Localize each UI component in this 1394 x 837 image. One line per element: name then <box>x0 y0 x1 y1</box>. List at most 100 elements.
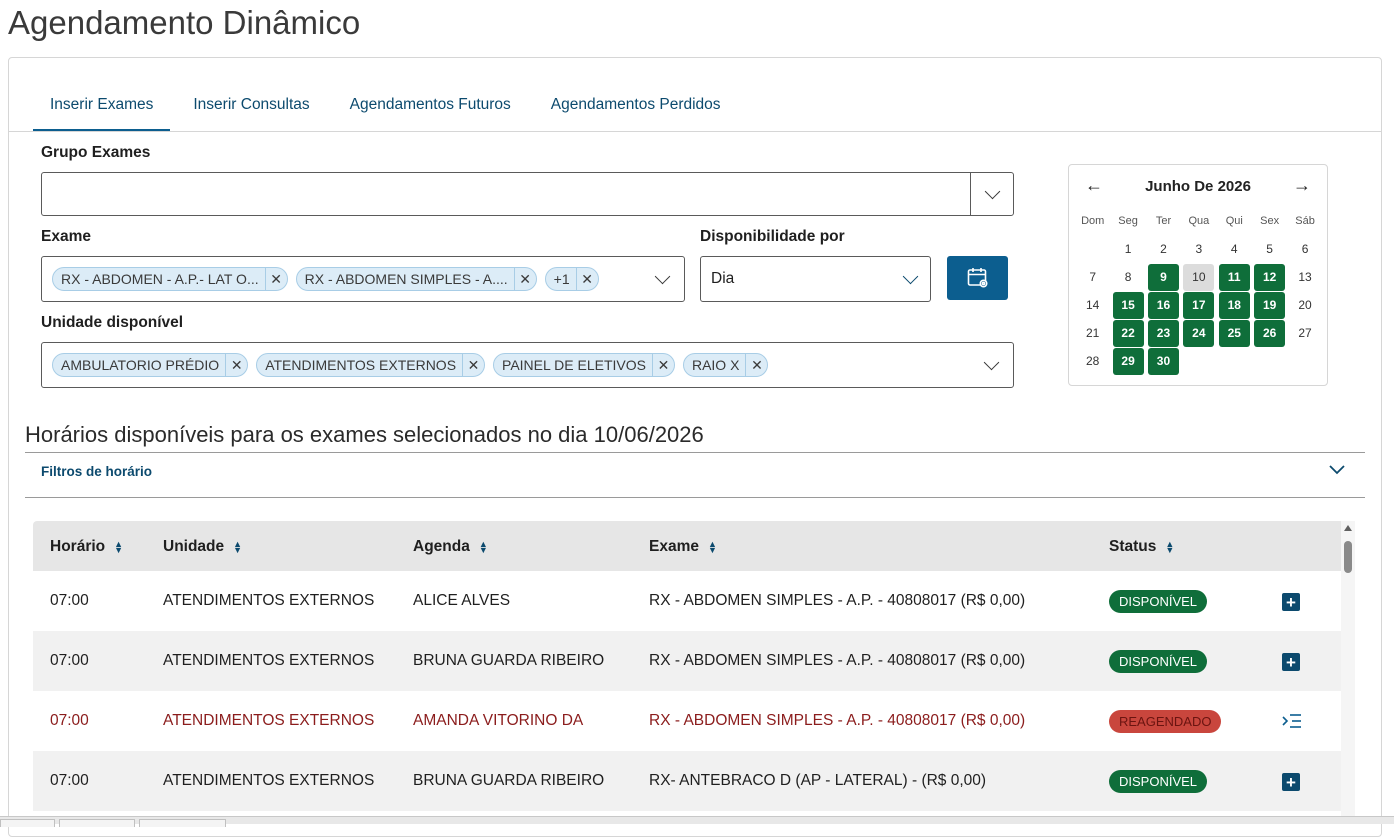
calendar-day-cell <box>1075 235 1110 263</box>
sort-icon[interactable]: ▲ ▼ <box>479 540 488 555</box>
column-horario[interactable]: Horário ▲ ▼ <box>50 538 123 556</box>
calendar-month-title: Junho De 2026 <box>1145 178 1251 195</box>
calendar-day[interactable]: 25 <box>1218 319 1250 347</box>
calendar-day[interactable]: 4 <box>1219 236 1250 263</box>
close-icon[interactable]: ✕ <box>462 354 484 376</box>
calendar-day[interactable]: 3 <box>1183 236 1214 263</box>
calendar-day[interactable]: 9 <box>1147 263 1179 291</box>
cell-exame: RX - ABDOMEN SIMPLES - A.P. - 40808017 (… <box>649 652 1026 669</box>
table-scrollbar[interactable] <box>1341 521 1355 821</box>
calendar-day[interactable]: 24 <box>1183 319 1215 347</box>
calendar-day-cell <box>1217 347 1252 375</box>
grupo-exames-select[interactable] <box>41 172 1014 216</box>
column-exame[interactable]: Exame ▲ ▼ <box>649 538 717 556</box>
tab-inserir-consultas[interactable]: Inserir Consultas <box>176 84 326 132</box>
column-label: Status <box>1109 538 1157 555</box>
calendar-day[interactable]: 28 <box>1077 348 1108 375</box>
calendar-day[interactable]: 8 <box>1113 264 1144 291</box>
sort-icon[interactable]: ▲ ▼ <box>1165 540 1174 555</box>
exame-multiselect[interactable]: RX - ABDOMEN - A.P.- LAT O... ✕ RX - ABDO… <box>41 256 685 302</box>
tab-agendamentos-perdidos[interactable]: Agendamentos Perdidos <box>534 84 738 132</box>
calendar-day[interactable]: 14 <box>1077 292 1108 319</box>
filters-expand[interactable] <box>1328 462 1346 480</box>
weekday-label: Ter <box>1155 215 1172 227</box>
calendar-day[interactable]: 15 <box>1112 291 1144 319</box>
close-icon[interactable]: ✕ <box>575 268 598 290</box>
exame-toggle[interactable] <box>647 257 677 301</box>
calendar-day[interactable]: 7 <box>1077 264 1108 291</box>
calendar-day[interactable]: 29 <box>1112 347 1144 375</box>
column-agenda[interactable]: Agenda ▲ ▼ <box>413 538 488 556</box>
calendar-day[interactable]: 20 <box>1290 292 1321 319</box>
calendar-day[interactable]: 23 <box>1147 319 1179 347</box>
calendar-day-cell: 5 <box>1252 235 1287 263</box>
calendar-day[interactable]: 10 <box>1183 263 1215 291</box>
disponibilidade-value: Dia <box>711 270 735 287</box>
calendar-day[interactable]: 13 <box>1290 264 1321 291</box>
cell-unidade: ATENDIMENTOS EXTERNOS <box>163 592 375 609</box>
calendar-day[interactable]: 2 <box>1148 236 1179 263</box>
list-indent-icon[interactable] <box>1281 711 1303 731</box>
close-icon[interactable]: ✕ <box>651 354 674 376</box>
sort-icon[interactable]: ▲ ▼ <box>233 540 242 555</box>
calendar-day[interactable]: 21 <box>1077 320 1108 347</box>
calendar-day[interactable]: 11 <box>1218 263 1250 291</box>
disponibilidade-select[interactable]: Dia <box>700 256 931 302</box>
calendar-day-cell: 24 <box>1181 319 1216 347</box>
sort-icon[interactable]: ▲ ▼ <box>114 540 123 555</box>
filters-toggle[interactable]: Filtros de horário <box>41 464 152 479</box>
calendar-day[interactable]: 6 <box>1290 236 1321 263</box>
calendar-day-cell <box>1287 347 1322 375</box>
calendar-day[interactable]: 19 <box>1254 291 1286 319</box>
table-row[interactable]: 07:00 ATENDIMENTOS EXTERNOS AMANDA VITORIN… <box>33 691 1341 751</box>
calendar-day[interactable]: 5 <box>1254 236 1285 263</box>
column-unidade[interactable]: Unidade ▲ ▼ <box>163 538 242 556</box>
cell-unidade: ATENDIMENTOS EXTERNOS <box>163 652 375 669</box>
table-row[interactable]: 07:00 ATENDIMENTOS EXTERNOS BRUNA GUARDA R… <box>33 631 1341 691</box>
calendar-header: ← Junho De 2026 → <box>1069 175 1327 199</box>
calendar-day-cell: 4 <box>1217 235 1252 263</box>
unidade-multiselect[interactable]: AMBULATORIO PRÉDIO ✕ ATENDIMENTOS EXTERNO… <box>41 342 1014 388</box>
disponibilidade-toggle[interactable] <box>895 257 925 301</box>
table-row[interactable]: 07:00 ATENDIMENTOS EXTERNOS BRUNA GUARDA R… <box>33 751 1341 811</box>
calendar-day[interactable]: 26 <box>1254 319 1286 347</box>
scroll-thumb[interactable] <box>1344 541 1352 573</box>
close-icon[interactable]: ✕ <box>513 268 536 290</box>
sort-icon[interactable]: ▲ ▼ <box>708 540 717 555</box>
calendar-day-cell: 7 <box>1075 263 1110 291</box>
calendar-day[interactable]: 27 <box>1290 320 1321 347</box>
exame-chip: RX - ABDOMEN SIMPLES - A.... ✕ <box>295 267 537 291</box>
chevron-down-icon <box>984 183 1000 199</box>
calendar-day[interactable]: 18 <box>1218 291 1250 319</box>
plus-icon[interactable]: + <box>1282 653 1300 671</box>
calendar-day[interactable]: 22 <box>1112 319 1144 347</box>
weekday-label: Sex <box>1260 215 1280 227</box>
chip-label: RX - ABDOMEN - A.P.- LAT O... <box>61 271 259 287</box>
plus-icon[interactable]: + <box>1282 593 1300 611</box>
close-icon[interactable]: ✕ <box>745 354 767 376</box>
calendar-day[interactable]: 16 <box>1147 291 1179 319</box>
calendar-day[interactable]: 17 <box>1183 291 1215 319</box>
plus-icon[interactable]: + <box>1282 773 1300 791</box>
arrow-right-icon[interactable]: → <box>1293 175 1311 196</box>
cell-exame: RX - ABDOMEN SIMPLES - A.P. - 40808017 (… <box>649 712 1026 729</box>
calendar-day[interactable]: 1 <box>1113 236 1144 263</box>
bottom-tab[interactable] <box>139 819 226 827</box>
cell-agenda: ALICE ALVES <box>413 592 511 609</box>
calendar-settings-button[interactable] <box>947 256 1008 300</box>
tab-agendamentos-futuros[interactable]: Agendamentos Futuros <box>333 84 528 132</box>
tab-inserir-exames[interactable]: Inserir Exames <box>33 84 171 132</box>
unidade-toggle[interactable] <box>976 343 1006 387</box>
calendar-day[interactable]: 30 <box>1147 347 1179 375</box>
grupo-exames-label: Grupo Exames <box>41 144 151 161</box>
grupo-exames-toggle[interactable] <box>970 173 1013 215</box>
table-row[interactable]: 07:00 ATENDIMENTOS EXTERNOS ALICE ALVES RX … <box>33 571 1341 631</box>
column-status[interactable]: Status ▲ ▼ <box>1109 538 1174 556</box>
calendar-day[interactable]: 12 <box>1254 263 1286 291</box>
scroll-up-icon[interactable] <box>1344 525 1352 531</box>
bottom-tab[interactable] <box>59 819 135 827</box>
bottom-tab[interactable] <box>0 819 55 827</box>
close-icon[interactable]: ✕ <box>264 268 287 290</box>
close-icon[interactable]: ✕ <box>225 354 247 376</box>
calendar-day-cell: 27 <box>1287 319 1322 347</box>
